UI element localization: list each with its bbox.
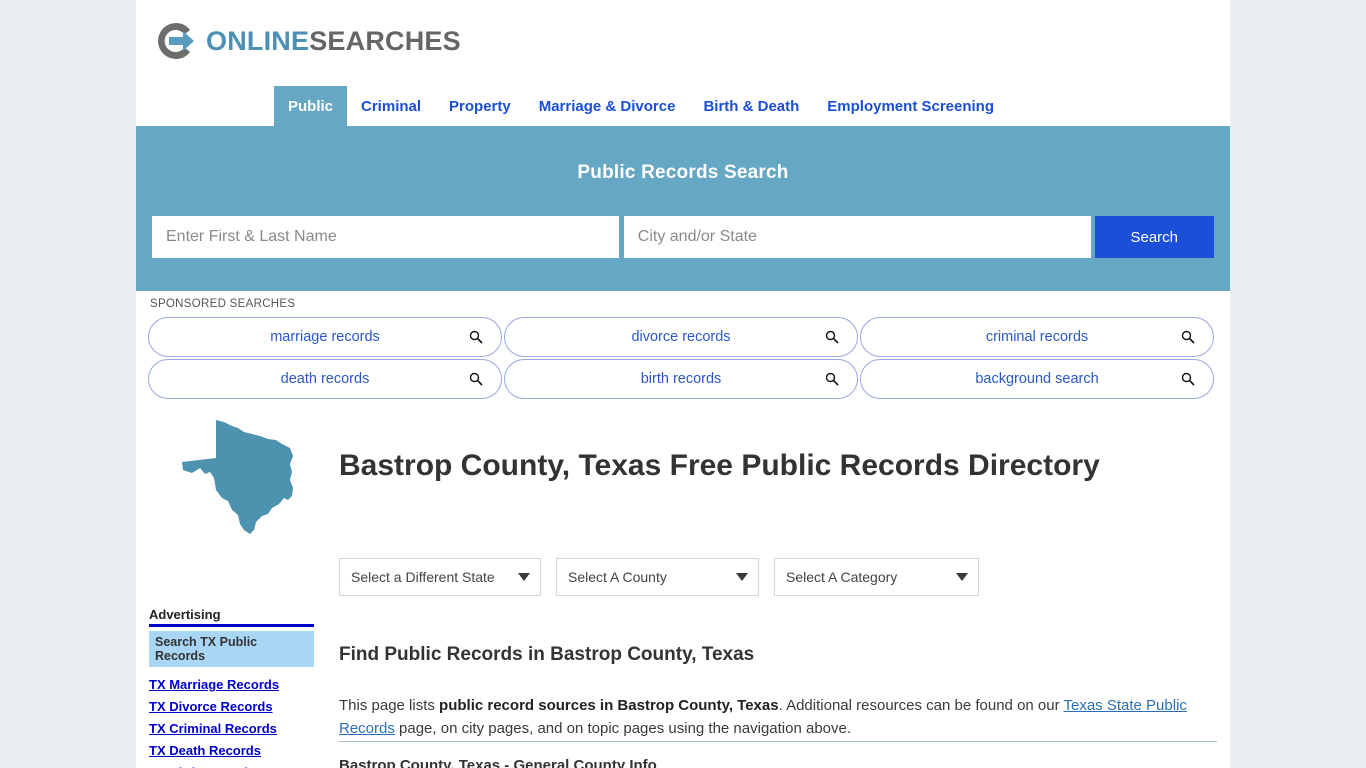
sponsored-pill-background-search[interactable]: background search [860,359,1214,399]
page-title: Bastrop County, Texas Free Public Record… [339,449,1100,483]
advertising-link-list: TX Marriage Records TX Divorce Records T… [149,677,314,768]
sponsored-searches-list: marriage records divorce records crimina… [148,317,1214,399]
sponsored-pill-label: death records [280,371,370,387]
tab-birth-death[interactable]: Birth & Death [689,86,813,126]
sponsored-searches-label: SPONSORED SEARCHES [150,298,296,310]
paragraph-text-2: . Additional resources can be found on o… [778,697,1064,714]
search-icon [825,330,839,344]
search-icon [469,330,483,344]
sponsored-pill-divorce-records[interactable]: divorce records [504,317,858,357]
section-divider [339,741,1217,742]
public-records-search-hero: Public Records Search Search [136,126,1230,291]
section-heading: Find Public Records in Bastrop County, T… [339,643,755,665]
advertising-sidebar: Advertising Search TX Public Records TX … [149,607,314,768]
sidebar-link-tx-marriage-records[interactable]: TX Marriage Records [149,677,314,692]
sponsored-pill-criminal-records[interactable]: criminal records [860,317,1214,357]
sponsored-pill-label: marriage records [270,329,380,345]
chevron-down-icon [518,573,530,581]
sponsored-pill-label: birth records [640,371,722,387]
sidebar-link-tx-criminal-records[interactable]: TX Criminal Records [149,721,314,736]
search-icon [1181,372,1195,386]
sponsored-pill-marriage-records[interactable]: marriage records [148,317,502,357]
sidebar-link-tx-divorce-records[interactable]: TX Divorce Records [149,699,314,714]
page-root: ONLINESEARCHES Public Criminal Property … [0,0,1366,768]
search-form: Search [152,216,1214,258]
intro-paragraph: This page lists public record sources in… [339,695,1197,740]
county-select[interactable]: Select A County [556,558,759,596]
filter-selects: Select a Different State Select A County… [339,558,979,596]
site-logo[interactable]: ONLINESEARCHES [154,17,461,65]
logo-text-searches: SEARCHES [309,25,461,56]
primary-navigation: Public Criminal Property Marriage & Divo… [136,86,1230,126]
paragraph-text-1: This page lists [339,697,440,714]
sidebar-link-tx-death-records[interactable]: TX Death Records [149,743,314,758]
sponsored-pill-label: criminal records [985,329,1089,345]
search-icon [1181,330,1195,344]
tab-marriage-divorce[interactable]: Marriage & Divorce [525,86,690,126]
category-select[interactable]: Select A Category [774,558,979,596]
sponsored-pill-birth-records[interactable]: birth records [504,359,858,399]
paragraph-bold-text: public record sources in Bastrop County,… [439,697,779,714]
content-container: ONLINESEARCHES Public Criminal Property … [136,0,1230,768]
chevron-down-icon [956,573,968,581]
sponsored-pill-death-records[interactable]: death records [148,359,502,399]
circle-arrow-logo-icon [154,19,198,63]
chevron-down-icon [736,573,748,581]
tab-public[interactable]: Public [274,86,348,126]
search-icon [825,372,839,386]
tab-employment-screening[interactable]: Employment Screening [813,86,1008,126]
search-tx-public-records-header[interactable]: Search TX Public Records [149,631,314,667]
sponsored-pill-label: background search [975,371,1099,387]
county-select-value: Select A County [568,569,667,585]
state-select-value: Select a Different State [351,569,495,585]
state-select[interactable]: Select a Different State [339,558,541,596]
advertising-label: Advertising [149,607,314,627]
hero-title: Public Records Search [577,162,789,183]
category-select-value: Select A Category [786,569,898,585]
texas-state-map-icon [180,418,310,536]
tab-criminal[interactable]: Criminal [347,86,435,126]
paragraph-text-3: page, on city pages, and on topic pages … [394,719,852,737]
tab-property[interactable]: Property [435,86,525,126]
general-county-info-heading: Bastrop County, Texas - General County I… [339,757,657,768]
search-icon [469,372,483,386]
logo-text-online: ONLINE [206,25,310,56]
name-search-input[interactable] [152,216,619,258]
search-button[interactable]: Search [1094,216,1214,258]
sponsored-pill-label: divorce records [631,329,731,345]
location-search-input[interactable] [623,216,1091,258]
